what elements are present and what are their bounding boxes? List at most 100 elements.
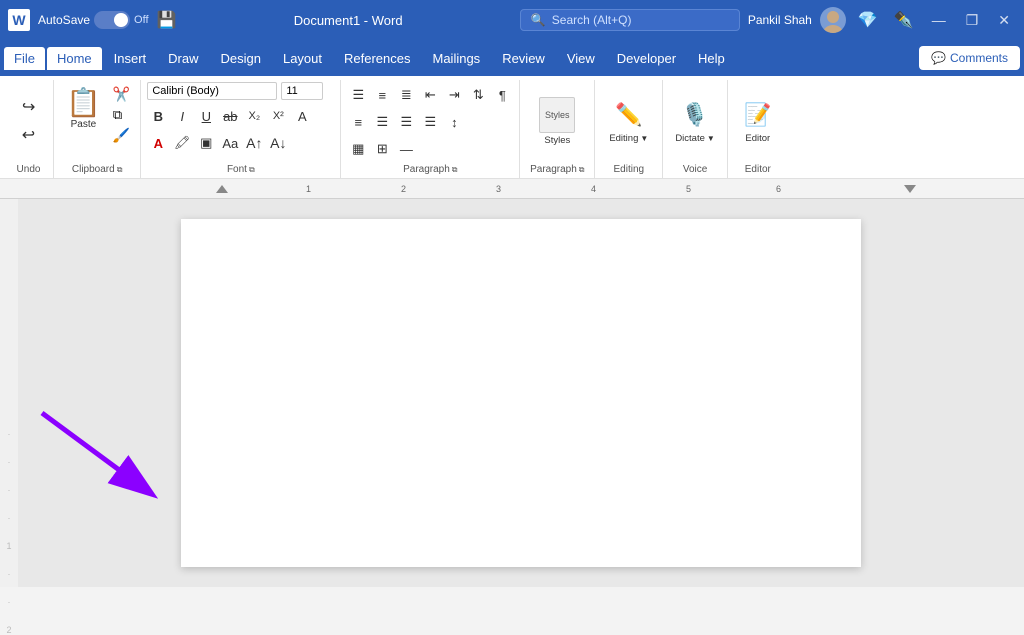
voice-group-label: Voice (669, 162, 721, 178)
user-area: Pankil Shah 💎 ✒️ — ❐ ✕ (748, 7, 1016, 33)
undo-icon: ↩ (22, 97, 35, 117)
font-expand-icon[interactable]: ⧉ (249, 165, 255, 175)
text-highlight-button[interactable]: 🖍 (171, 132, 193, 154)
font-row2: B I U ab X₂ X² A (147, 105, 313, 127)
align-right-button[interactable]: ☰ (395, 111, 417, 133)
ribbon-group-font: Calibri (Body) 11 B I U ab X₂ X² A A 🖍 ▣… (141, 80, 341, 178)
editing-icon: ✏️ (613, 99, 645, 131)
menu-help[interactable]: Help (688, 47, 735, 70)
ribbon-group-editor: 📝 Editor Editor (728, 80, 788, 178)
restore-button[interactable]: ❐ (960, 12, 985, 29)
bold-button[interactable]: B (147, 105, 169, 127)
styles-expand-icon[interactable]: ⧉ (579, 165, 585, 175)
font-color-button[interactable]: A (147, 132, 169, 154)
grow-font-button[interactable]: A↑ (243, 132, 265, 154)
cut-button[interactable]: ✂️ (111, 84, 132, 105)
show-marks-button[interactable]: ¶ (491, 84, 513, 106)
editor-group-label: Editor (734, 162, 782, 178)
user-name: Pankil Shah (748, 13, 812, 27)
search-placeholder: Search (Alt+Q) (552, 13, 632, 27)
align-center-button[interactable]: ☰ (371, 111, 393, 133)
menu-file[interactable]: File (4, 47, 45, 70)
paragraph-group-label: Paragraph ⧉ (347, 162, 513, 178)
multilevel-list-button[interactable]: ≣ (395, 84, 417, 106)
font-family-select[interactable]: Calibri (Body) (147, 82, 277, 100)
ribbon-group-undo: ↩ ↩ Undo (4, 80, 54, 178)
title-bar: W AutoSave Off 💾 Document1 - Word 🔍 Sear… (0, 0, 1024, 40)
styles-button[interactable]: Styles Styles (533, 93, 581, 150)
avatar[interactable] (820, 7, 846, 33)
borders-button[interactable]: ⊞ (371, 138, 393, 160)
font-group-label: Font ⧉ (147, 162, 334, 178)
autosave-toggle[interactable] (94, 11, 130, 29)
decrease-indent-button[interactable]: ⇤ (419, 84, 441, 106)
pen-icon[interactable]: ✒️ (890, 10, 918, 30)
font-case-button[interactable]: Aa (219, 132, 241, 154)
editing-button[interactable]: ✏️ Editing ▼ (603, 95, 654, 148)
format-painter-button[interactable]: 🖌️ (111, 125, 132, 146)
menu-layout[interactable]: Layout (273, 47, 332, 70)
menu-draw[interactable]: Draw (158, 47, 208, 70)
menu-view[interactable]: View (557, 47, 605, 70)
clipboard-group-label: Clipboard ⧉ (60, 162, 134, 178)
minimize-button[interactable]: — (926, 12, 952, 28)
redo-icon: ↩ (22, 125, 35, 145)
microphone-icon: 🎙️ (679, 99, 711, 131)
redo-button[interactable]: ↩ (15, 122, 43, 148)
save-icon[interactable]: 💾 (157, 10, 177, 30)
paste-button[interactable]: 📋 Paste (60, 82, 107, 134)
clear-format-button[interactable]: A (291, 105, 313, 127)
menu-home[interactable]: Home (47, 47, 102, 70)
align-left-button[interactable]: ≡ (347, 111, 369, 133)
clipboard-expand-icon[interactable]: ⧉ (117, 165, 123, 175)
gem-icon[interactable]: 💎 (854, 10, 882, 30)
shrink-font-button[interactable]: A↓ (267, 132, 289, 154)
document-canvas[interactable] (18, 199, 1024, 587)
copy-icon: ⧉ (113, 107, 122, 123)
strikethrough-button[interactable]: ab (219, 105, 241, 127)
menu-design[interactable]: Design (211, 47, 271, 70)
sort-button[interactable]: ⇅ (467, 84, 489, 106)
editor-icon: 📝 (742, 99, 774, 131)
undo-button[interactable]: ↩ (15, 94, 43, 120)
document-page[interactable] (181, 219, 861, 567)
dictate-dropdown-icon[interactable]: ▼ (707, 134, 715, 143)
dictate-button[interactable]: 🎙️ Dictate ▼ (669, 95, 721, 148)
underline-button[interactable]: U (195, 105, 217, 127)
menu-mailings[interactable]: Mailings (423, 47, 491, 70)
subscript-button[interactable]: X₂ (243, 105, 265, 127)
increase-indent-button[interactable]: ⇥ (443, 84, 465, 106)
menu-references[interactable]: References (334, 47, 420, 70)
copy-button[interactable]: ⧉ (111, 105, 132, 125)
font-size-select[interactable]: 11 (281, 82, 323, 100)
char-shading-button[interactable]: ▣ (195, 132, 217, 154)
shading-button[interactable]: ▦ (347, 138, 369, 160)
search-box[interactable]: 🔍 Search (Alt+Q) (520, 9, 740, 31)
font-row3: A 🖍 ▣ Aa A↑ A↓ (147, 132, 289, 154)
menu-developer[interactable]: Developer (607, 47, 686, 70)
search-icon: 🔍 (531, 13, 546, 27)
ribbon-group-voice: 🎙️ Dictate ▼ Voice (663, 80, 728, 178)
para-row1: ☰ ≡ ≣ ⇤ ⇥ ⇅ ¶ (347, 84, 513, 106)
close-button[interactable]: ✕ (992, 12, 1016, 29)
cut-icon: ✂️ (113, 86, 130, 103)
horizontal-ruler: 1 2 3 4 5 6 (0, 179, 1024, 199)
border-styles-button[interactable]: — (395, 138, 417, 160)
justify-button[interactable]: ☰ (419, 111, 441, 133)
menu-review[interactable]: Review (492, 47, 555, 70)
superscript-button[interactable]: X² (267, 105, 289, 127)
para-row2: ≡ ☰ ☰ ☰ ↕ (347, 111, 465, 133)
comments-button[interactable]: 💬 Comments (919, 46, 1020, 70)
italic-button[interactable]: I (171, 105, 193, 127)
numbering-button[interactable]: ≡ (371, 84, 393, 106)
dictate-label: Dictate (675, 133, 705, 144)
paragraph-expand-icon[interactable]: ⧉ (452, 165, 458, 175)
format-painter-icon: 🖌️ (113, 127, 130, 144)
editing-dropdown-icon[interactable]: ▼ (640, 134, 648, 143)
bullets-button[interactable]: ☰ (347, 84, 369, 106)
menu-insert[interactable]: Insert (104, 47, 157, 70)
line-spacing-button[interactable]: ↕ (443, 111, 465, 133)
para-row3: ▦ ⊞ — (347, 138, 417, 160)
editor-button[interactable]: 📝 Editor (736, 95, 780, 148)
menu-bar: File Home Insert Draw Design Layout Refe… (0, 40, 1024, 76)
